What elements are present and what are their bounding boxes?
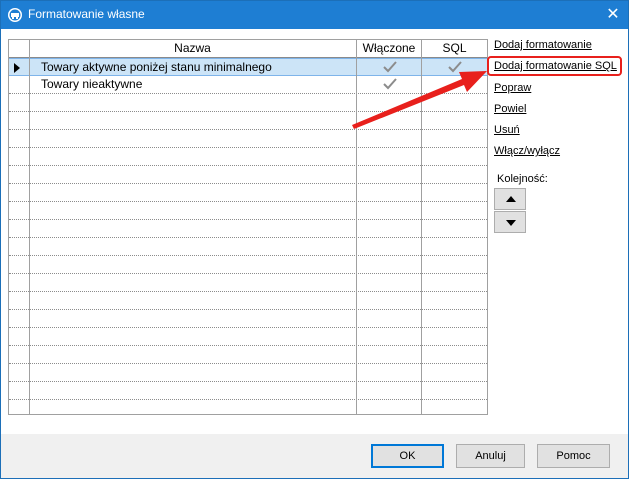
window-title: Formatowanie własne: [28, 7, 145, 21]
empty-table-row: [9, 346, 487, 364]
empty-table-row: [9, 184, 487, 202]
move-up-button[interactable]: [494, 188, 526, 210]
close-icon: ✕: [606, 6, 620, 23]
empty-table-row: [9, 382, 487, 400]
column-header-name[interactable]: Nazwa: [29, 40, 356, 57]
help-button[interactable]: Pomoc: [537, 444, 610, 468]
empty-table-row: [9, 112, 487, 130]
empty-table-row: [9, 130, 487, 148]
annotation-highlight-box: [487, 56, 622, 76]
grid-column-divider: [356, 40, 357, 414]
table-row[interactable]: Towary aktywne poniżej stanu minimalnego: [9, 58, 487, 76]
empty-table-row: [9, 328, 487, 346]
empty-table-row: [9, 292, 487, 310]
formatting-grid[interactable]: Nazwa Włączone SQL Towary aktywne poniże…: [8, 39, 488, 415]
grid-column-divider: [421, 40, 422, 414]
check-icon: [383, 78, 397, 90]
arrow-up-icon: [506, 196, 516, 202]
duplicate-link[interactable]: Powiel: [494, 103, 526, 115]
empty-table-row: [9, 364, 487, 382]
edit-link[interactable]: Popraw: [494, 82, 531, 94]
check-icon: [448, 61, 462, 73]
cancel-button[interactable]: Anuluj: [456, 444, 525, 468]
title-bar: Formatowanie własne ✕: [1, 1, 628, 29]
empty-table-row: [9, 274, 487, 292]
order-label: Kolejność:: [497, 173, 548, 185]
check-icon: [383, 61, 397, 73]
app-icon: [8, 8, 22, 22]
empty-table-row: [9, 310, 487, 328]
grid-header: Nazwa Włączone SQL: [9, 40, 487, 58]
empty-table-row: [9, 148, 487, 166]
move-down-button[interactable]: [494, 211, 526, 233]
column-header-enabled[interactable]: Włączone: [357, 40, 421, 57]
toggle-link[interactable]: Włącz/wyłącz: [494, 145, 560, 157]
row-indicator-icon: [14, 63, 20, 73]
row-name-cell: Towary aktywne poniżej stanu minimalnego: [41, 60, 272, 74]
ok-button[interactable]: OK: [371, 444, 444, 468]
table-row[interactable]: Towary nieaktywne: [9, 76, 487, 94]
empty-table-row: [9, 238, 487, 256]
row-name-cell: Towary nieaktywne: [41, 77, 143, 91]
empty-table-row: [9, 94, 487, 112]
empty-table-row: [9, 202, 487, 220]
empty-table-row: [9, 166, 487, 184]
dialog-window: Formatowanie własne ✕ Nazwa Włączone SQL…: [0, 0, 629, 479]
close-button[interactable]: ✕: [598, 1, 628, 29]
delete-link[interactable]: Usuń: [494, 124, 520, 136]
grid-column-divider: [29, 40, 30, 414]
arrow-down-icon: [506, 220, 516, 226]
column-header-sql[interactable]: SQL: [422, 40, 487, 57]
client-area: Nazwa Włączone SQL Towary aktywne poniże…: [1, 29, 628, 434]
add-formatting-link[interactable]: Dodaj formatowanie: [494, 39, 592, 51]
empty-table-row: [9, 220, 487, 238]
dialog-footer: OK Anuluj Pomoc: [1, 434, 628, 478]
empty-table-row: [9, 256, 487, 274]
